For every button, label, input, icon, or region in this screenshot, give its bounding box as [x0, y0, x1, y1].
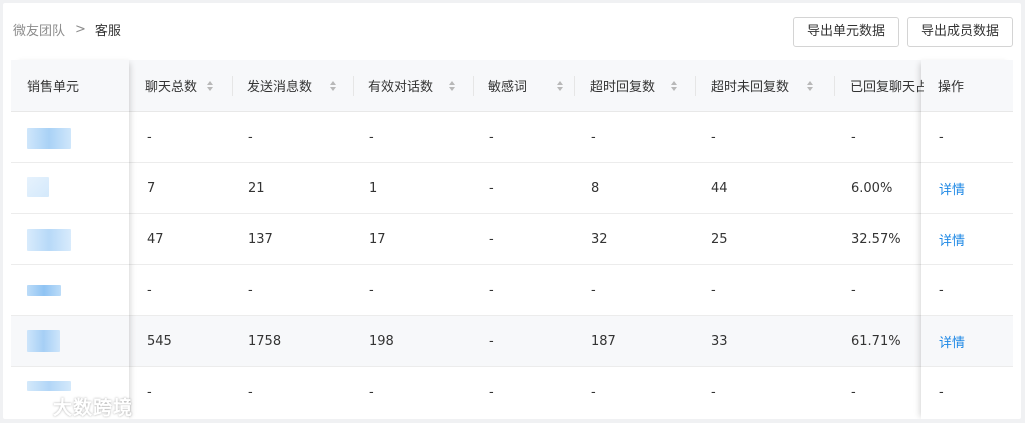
timeout-unreplied-cell: 44	[711, 180, 728, 196]
col-header-replied-ratio: 已回复聊天占	[850, 80, 924, 95]
chat-total-cell: -	[147, 129, 152, 145]
messages-sent-cell: 1758	[248, 333, 282, 349]
messages-sent-cell: -	[248, 385, 253, 400]
timeout-unreplied-cell: 25	[711, 231, 728, 247]
action-cell: -	[939, 385, 944, 400]
action-cell: -	[939, 129, 944, 145]
valid-conversations-cell: 198	[369, 333, 394, 349]
sales-unit-name-redacted	[27, 128, 71, 149]
chat-total-cell: -	[147, 385, 152, 400]
sales-unit-name-redacted	[27, 285, 61, 296]
timeout-unreplied-cell: 33	[711, 333, 728, 349]
table-row: 47 137 17 - 32 25 32.57% 详情	[11, 214, 1013, 265]
replied-ratio-cell: 6.00%	[851, 180, 893, 196]
watermark-text: 大数跨境	[53, 397, 134, 419]
timeout-replies-cell: -	[591, 129, 596, 145]
table-row: 7 21 1 - 8 44 6.00% 详情	[11, 163, 1013, 214]
sales-unit-name-redacted	[27, 177, 49, 197]
sort-icon[interactable]	[330, 80, 337, 91]
timeout-replies-cell: 8	[591, 180, 600, 196]
details-link[interactable]: 详情	[939, 316, 965, 366]
timeout-replies-cell: 32	[591, 231, 608, 247]
replied-ratio-cell: -	[851, 129, 856, 145]
breadcrumb-current: 客服	[94, 24, 121, 39]
sales-unit-name-redacted	[27, 330, 60, 352]
timeout-replies-cell: 187	[591, 333, 616, 349]
messages-sent-cell: -	[248, 129, 253, 145]
valid-conversations-cell: 1	[369, 180, 378, 196]
messages-sent-cell: 137	[248, 231, 273, 247]
timeout-unreplied-cell: -	[711, 282, 716, 298]
sensitive-words-cell: -	[489, 231, 494, 247]
sales-unit-name-redacted	[27, 381, 71, 391]
timeout-replies-cell: -	[591, 282, 596, 298]
chat-total-cell: 545	[147, 333, 172, 349]
timeout-unreplied-cell: -	[711, 385, 716, 400]
chat-total-cell: 7	[147, 180, 156, 196]
messages-sent-cell: -	[248, 282, 253, 298]
sales-unit-name-redacted	[27, 229, 71, 251]
sensitive-words-cell: -	[489, 333, 494, 349]
sensitive-words-cell: -	[489, 180, 494, 196]
sort-icon[interactable]	[449, 80, 456, 91]
sort-icon[interactable]	[207, 80, 214, 91]
col-header-sensitive-words[interactable]: 敏感词	[488, 60, 564, 111]
table-row: - - - - - - - -	[11, 367, 1013, 418]
stats-table: 销售单元 聊天总数 发送消息数 有效对话数 敏感词 超时回复数 超时未回复数 已…	[11, 60, 1013, 418]
col-header-actions: 操作	[938, 80, 965, 95]
replied-ratio-cell: 61.71%	[851, 333, 901, 349]
col-header-sales-unit: 销售单元	[27, 80, 80, 95]
table-header-row: 销售单元 聊天总数 发送消息数 有效对话数 敏感词 超时回复数 超时未回复数 已…	[11, 60, 1013, 112]
valid-conversations-cell: 17	[369, 231, 386, 247]
breadcrumb-team-link[interactable]: 微友团队	[13, 20, 65, 39]
details-link[interactable]: 详情	[939, 163, 965, 213]
replied-ratio-cell: -	[851, 385, 856, 400]
export-member-data-button[interactable]: 导出成员数据	[906, 17, 1013, 47]
sensitive-words-cell: -	[489, 282, 494, 298]
messages-sent-cell: 21	[248, 180, 265, 196]
export-unit-data-button[interactable]: 导出单元数据	[792, 17, 899, 47]
replied-ratio-cell: 32.57%	[851, 231, 901, 247]
table-row: - - - - - - - -	[11, 112, 1013, 163]
action-cell: -	[939, 282, 944, 298]
sensitive-words-cell: -	[489, 385, 494, 400]
breadcrumb-separator: >	[75, 22, 86, 37]
chat-total-cell: -	[147, 282, 152, 298]
table-row: 545 1758 198 - 187 33 61.71% 详情	[11, 316, 1013, 367]
valid-conversations-cell: -	[369, 129, 374, 145]
col-header-messages-sent[interactable]: 发送消息数	[247, 60, 337, 111]
sensitive-words-cell: -	[489, 129, 494, 145]
content-card: 微友团队 > 客服 导出单元数据 导出成员数据 销售单元 聊天总数 发送消息数 …	[3, 3, 1021, 419]
timeout-replies-cell: -	[591, 385, 596, 400]
col-header-chat-total[interactable]: 聊天总数	[145, 60, 214, 111]
col-header-timeout-unreplied[interactable]: 超时未回复数	[711, 60, 814, 111]
details-link[interactable]: 详情	[939, 214, 965, 264]
watermark: 大数跨境	[11, 393, 133, 419]
col-header-valid-conversations[interactable]: 有效对话数	[368, 60, 456, 111]
table-row: - - - - - - - -	[11, 265, 1013, 316]
watermark-logo-icon	[13, 398, 46, 415]
col-header-timeout-replies[interactable]: 超时回复数	[590, 60, 678, 111]
sort-icon[interactable]	[671, 80, 678, 91]
breadcrumb: 微友团队 > 客服	[13, 20, 121, 39]
valid-conversations-cell: -	[369, 282, 374, 298]
timeout-unreplied-cell: -	[711, 129, 716, 145]
valid-conversations-cell: -	[369, 385, 374, 400]
sort-icon[interactable]	[807, 80, 814, 91]
chat-total-cell: 47	[147, 231, 164, 247]
replied-ratio-cell: -	[851, 282, 856, 298]
toolbar: 导出单元数据 导出成员数据	[792, 17, 1013, 47]
sort-icon[interactable]	[557, 80, 564, 91]
